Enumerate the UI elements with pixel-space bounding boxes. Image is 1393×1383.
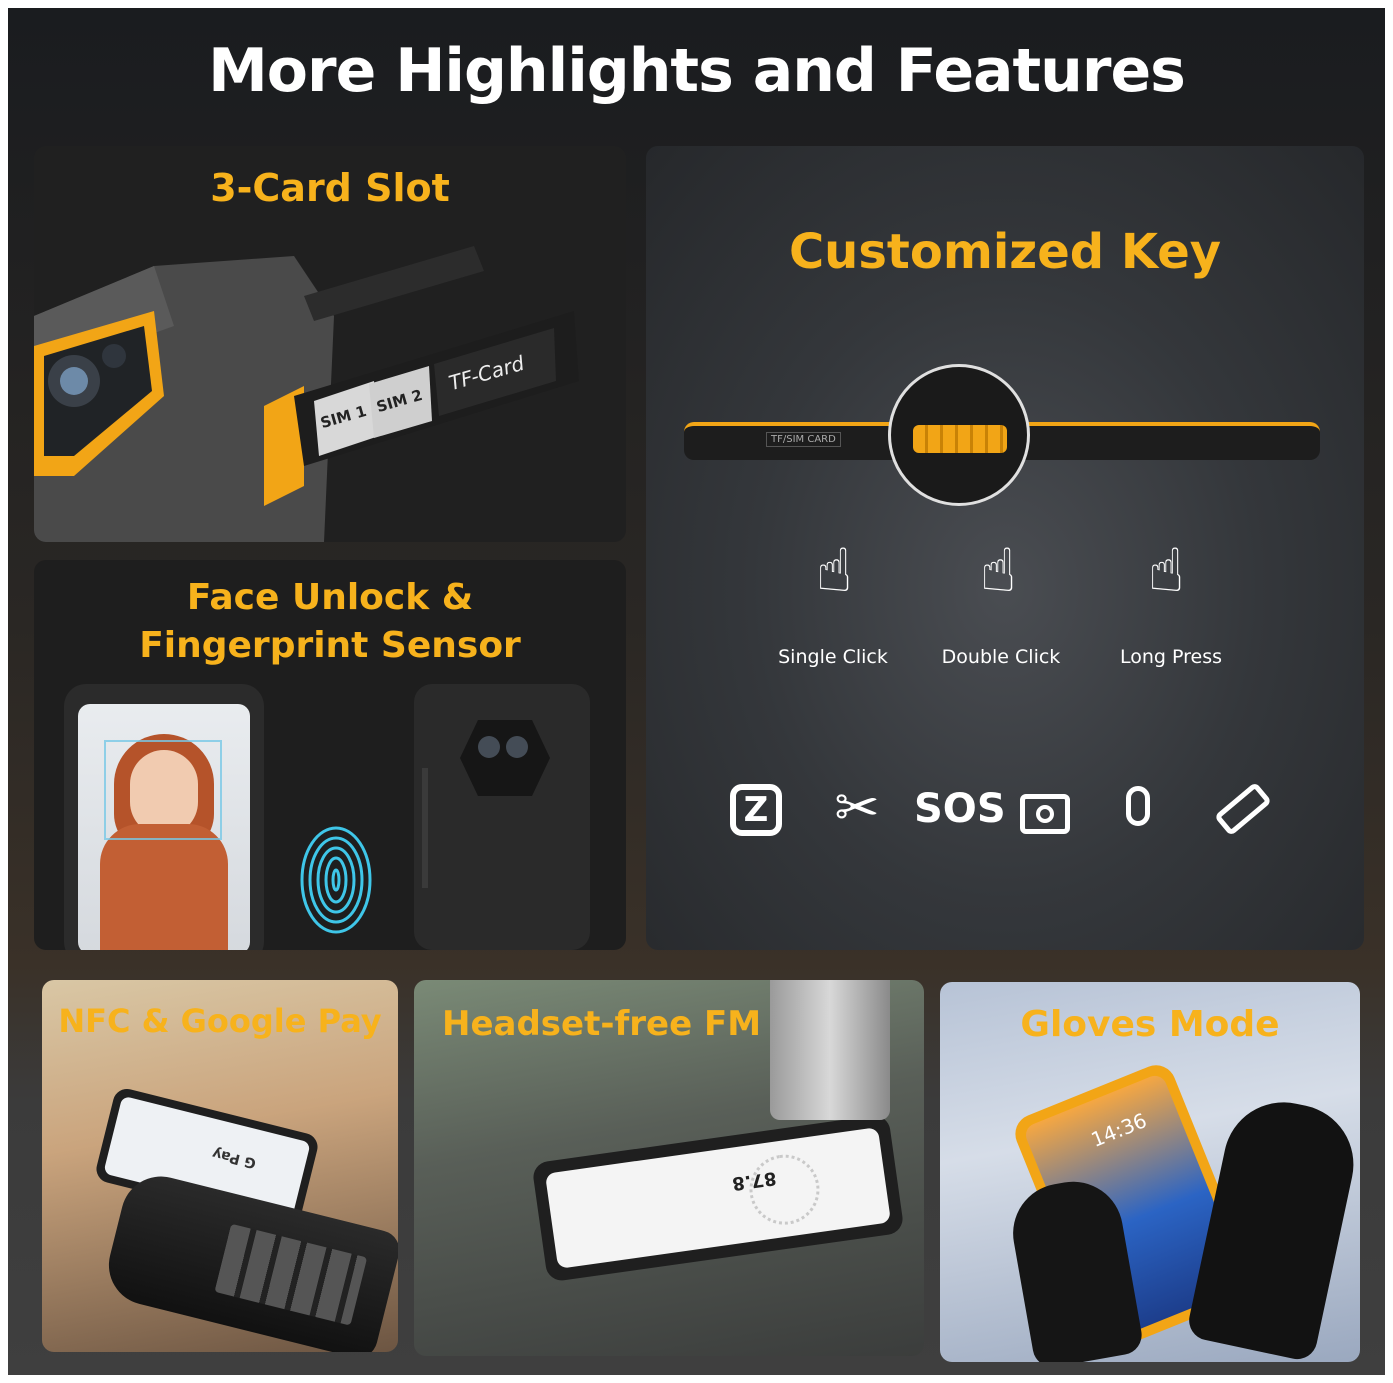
- gloves-panel: Gloves Mode 14:36: [940, 982, 1360, 1362]
- gesture-double-click: Double Click: [941, 646, 1061, 668]
- customized-key-panel: Customized Key TF/SIM CARD ☝ ☝ ☝ Single …: [646, 146, 1364, 950]
- face-unlock-title: Face Unlock & Fingerprint Sensor: [34, 574, 626, 670]
- scissors-icon: ✂: [834, 776, 880, 839]
- zello-icon: Z: [730, 784, 782, 836]
- key-magnifier: [888, 364, 1030, 506]
- nfc-title: NFC & Google Pay: [58, 1002, 382, 1040]
- card-slot-panel: 3-Card Slot SIM 1 SIM 2 TF-Card: [34, 146, 626, 542]
- gloves-title: Gloves Mode: [1020, 1004, 1280, 1045]
- mug: [770, 980, 890, 1120]
- sos-icon: SOS: [914, 786, 1006, 832]
- long-press-icon: ☝: [1147, 536, 1185, 606]
- nfc-panel: NFC & Google Pay G Pay: [42, 980, 398, 1352]
- face-unlock-panel: Face Unlock & Fingerprint Sensor: [34, 560, 626, 950]
- customized-key-title: Customized Key: [788, 224, 1222, 280]
- face-title-line2: Fingerprint Sensor: [139, 625, 521, 666]
- fm-title: Headset-free FM: [442, 1004, 762, 1044]
- fm-panel: Headset-free FM 87.8: [414, 980, 924, 1356]
- gesture-long-press: Long Press: [1119, 646, 1223, 668]
- feature-banner: More Highlights and Features 3-Card Slot…: [8, 8, 1385, 1375]
- back-phone: [414, 684, 590, 950]
- glove-right: [1185, 1091, 1360, 1362]
- fingerprint-icon: [300, 826, 372, 934]
- custom-key-button: [913, 425, 1007, 453]
- single-click-icon: ☝: [815, 536, 853, 606]
- fm-phone: [531, 1113, 905, 1283]
- face-title-line1: Face Unlock &: [186, 577, 474, 618]
- double-click-icon: ☝: [979, 536, 1017, 606]
- headline: More Highlights and Features: [208, 36, 1186, 106]
- gesture-single-click: Single Click: [778, 646, 888, 668]
- tf-sim-label: TF/SIM CARD: [766, 432, 841, 447]
- phone-screen-face: [78, 704, 250, 950]
- camera-icon: [1020, 794, 1070, 834]
- flashlight-icon: [1213, 781, 1273, 837]
- card-tray-illustration: [34, 246, 579, 542]
- microphone-icon: [1126, 786, 1150, 826]
